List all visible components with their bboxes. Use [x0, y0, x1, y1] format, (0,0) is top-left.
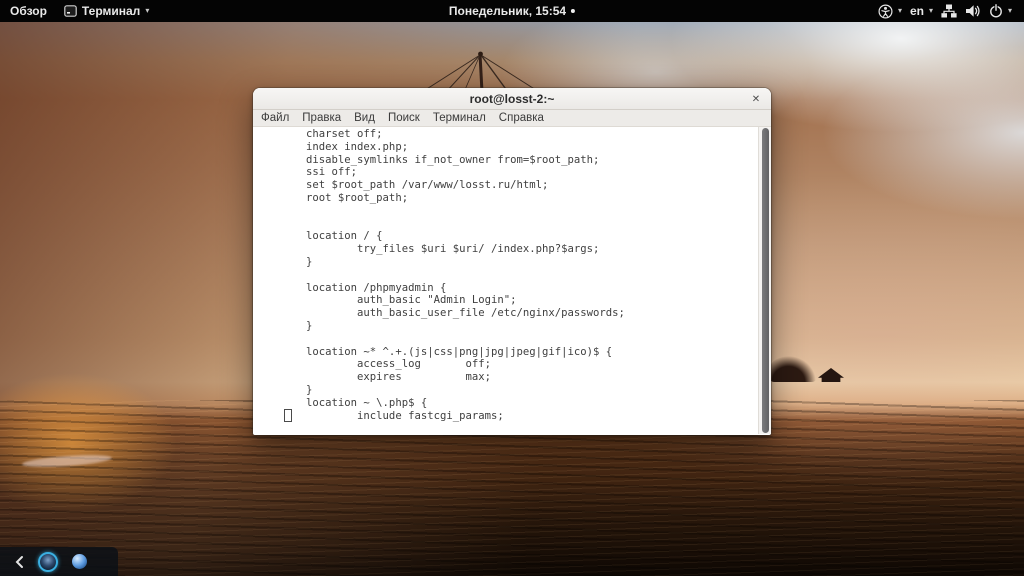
- terminal-window: root@losst-2:~ ✕ Файл Правка Вид Поиск Т…: [253, 88, 771, 435]
- terminal-line: }: [255, 255, 313, 268]
- dock-app-icon[interactable]: [72, 554, 87, 569]
- terminal-line: root $root_path;: [255, 191, 409, 204]
- terminal-app-icon: [64, 5, 77, 17]
- chevron-down-icon: ▾: [897, 6, 902, 15]
- volume-icon: [965, 5, 980, 17]
- terminal-line: }: [255, 383, 313, 396]
- desktop: Обзор Терминал ▾ Понедельник, 15:54 ▾ en…: [0, 0, 1024, 576]
- accessibility-icon: [878, 3, 893, 19]
- app-menu-button[interactable]: Терминал ▾: [64, 4, 149, 18]
- window-titlebar[interactable]: root@losst-2:~ ✕: [253, 88, 771, 110]
- terminal-line: location /phpmyadmin {: [255, 281, 447, 294]
- clock-button[interactable]: Понедельник, 15:54: [448, 4, 576, 18]
- terminal-scrollbar[interactable]: [758, 127, 771, 434]
- menu-search[interactable]: Поиск: [388, 112, 420, 124]
- terminal-line: disable_symlinks if_not_owner from=$root…: [255, 153, 600, 166]
- terminal-line: expires max;: [255, 371, 491, 384]
- chevron-down-icon: ▾: [928, 6, 933, 15]
- terminal-line: set $root_path /var/www/losst.ru/html;: [255, 179, 549, 192]
- terminal-line: include fastcgi_params;: [255, 409, 504, 422]
- chevron-down-icon: ▾: [145, 6, 150, 15]
- scrollbar-thumb[interactable]: [761, 128, 769, 433]
- window-title: root@losst-2:~: [469, 91, 555, 106]
- notification-dot-icon: [571, 9, 576, 13]
- network-status-button[interactable]: [941, 4, 957, 18]
- activities-button[interactable]: Обзор: [10, 4, 47, 18]
- app-menu-label: Терминал: [81, 4, 141, 18]
- dock-app-active-icon[interactable]: [38, 551, 58, 572]
- chevron-down-icon: ▾: [1007, 6, 1012, 15]
- terminal-output: charset off; index index.php; disable_sy…: [253, 127, 758, 434]
- power-menu-button[interactable]: ▾: [989, 4, 1012, 18]
- menu-terminal[interactable]: Терминал: [433, 112, 486, 124]
- terminal-line: }: [255, 319, 313, 332]
- dock-panel: [0, 547, 118, 576]
- network-icon: [941, 4, 957, 18]
- chevron-left-icon[interactable]: [14, 555, 24, 569]
- terminal-line: location / {: [255, 230, 383, 243]
- keyboard-layout-label: en: [909, 4, 924, 18]
- power-icon: [990, 4, 1002, 18]
- menu-file[interactable]: Файл: [261, 112, 289, 124]
- terminal-line: location ~* ^.+.(js|css|png|jpg|jpeg|gif…: [255, 345, 613, 358]
- accessibility-menu-button[interactable]: ▾: [878, 3, 902, 19]
- menu-edit[interactable]: Правка: [302, 112, 341, 124]
- terminal-line: auth_basic "Admin Login";: [255, 294, 517, 307]
- keyboard-layout-button[interactable]: en ▾: [910, 4, 933, 18]
- terminal-line: access_log off;: [255, 358, 491, 371]
- terminal-line: index index.php;: [255, 140, 409, 153]
- terminal-line: charset off;: [255, 128, 383, 140]
- top-bar: Обзор Терминал ▾ Понедельник, 15:54 ▾ en…: [0, 0, 1024, 22]
- terminal-line: auth_basic_user_file /etc/nginx/password…: [255, 307, 625, 320]
- clock-label: Понедельник, 15:54: [448, 4, 567, 18]
- volume-button[interactable]: [965, 4, 981, 18]
- terminal-line: location ~ \.php$ {: [255, 396, 428, 409]
- terminal-line: try_files $uri $uri/ /index.php?$args;: [255, 243, 600, 256]
- menu-help[interactable]: Справка: [499, 112, 544, 124]
- terminal-cursor: [284, 409, 292, 422]
- island-silhouette: [770, 356, 816, 382]
- menu-view[interactable]: Вид: [354, 112, 375, 124]
- boat-mast: [421, 51, 537, 92]
- menu-bar: Файл Правка Вид Поиск Терминал Справка: [253, 110, 771, 127]
- terminal-screen[interactable]: charset off; index index.php; disable_sy…: [253, 127, 771, 434]
- close-icon[interactable]: ✕: [747, 88, 765, 110]
- terminal-line: ssi off;: [255, 166, 358, 179]
